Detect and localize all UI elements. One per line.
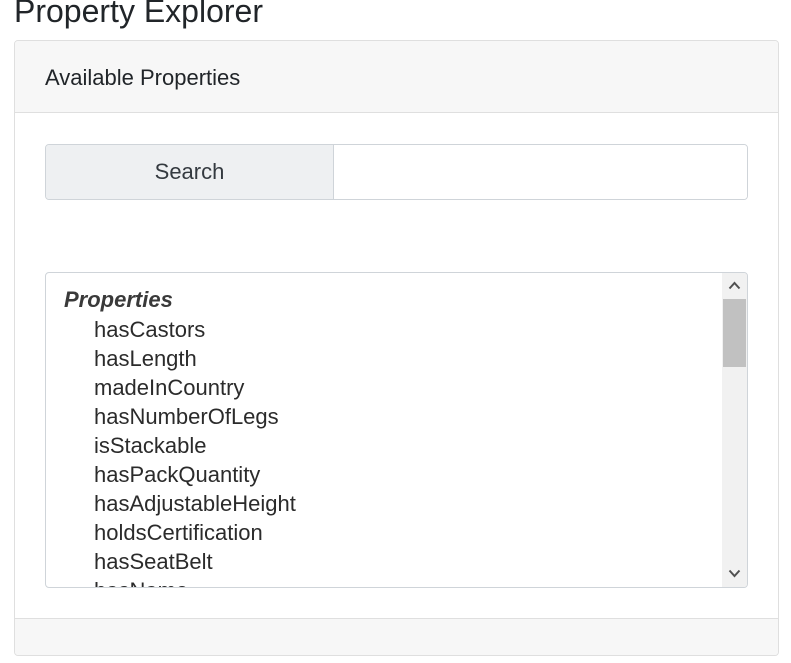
chevron-down-icon	[728, 569, 741, 578]
search-input[interactable]	[335, 145, 747, 199]
card-header-title: Available Properties	[45, 65, 241, 90]
property-option[interactable]: hasNumberOfLegs	[94, 402, 296, 431]
search-button[interactable]: Search	[46, 145, 334, 199]
property-option[interactable]: hasAdjustableHeight	[94, 489, 296, 518]
property-option[interactable]: hasPackQuantity	[94, 460, 296, 489]
card-header: Available Properties	[15, 41, 778, 113]
page-title: Property Explorer	[14, 0, 263, 29]
property-select-list[interactable]: Properties hasCastors hasLength madeInCo…	[45, 272, 748, 588]
property-option[interactable]: hasLength	[94, 344, 296, 373]
property-list-content: Properties hasCastors hasLength madeInCo…	[46, 273, 722, 587]
property-option[interactable]: madeInCountry	[94, 373, 296, 402]
property-option[interactable]: hasCastors	[94, 315, 296, 344]
card-footer	[15, 618, 778, 655]
search-group: Search	[45, 144, 748, 200]
property-option[interactable]: hasSeatBelt	[94, 547, 296, 576]
vertical-scrollbar[interactable]	[722, 273, 747, 587]
properties-card: Available Properties Search Properties h…	[14, 40, 779, 656]
scroll-down-button[interactable]	[722, 561, 747, 587]
chevron-up-icon	[728, 281, 741, 290]
scroll-up-button[interactable]	[722, 273, 747, 299]
property-option[interactable]: isStackable	[94, 431, 296, 460]
property-option[interactable]: hasName	[94, 576, 296, 587]
scroll-thumb[interactable]	[723, 299, 746, 367]
property-option[interactable]: holdsCertification	[94, 518, 296, 547]
optgroup-label: Properties	[64, 287, 173, 312]
property-options: hasCastors hasLength madeInCountry hasNu…	[94, 315, 296, 587]
